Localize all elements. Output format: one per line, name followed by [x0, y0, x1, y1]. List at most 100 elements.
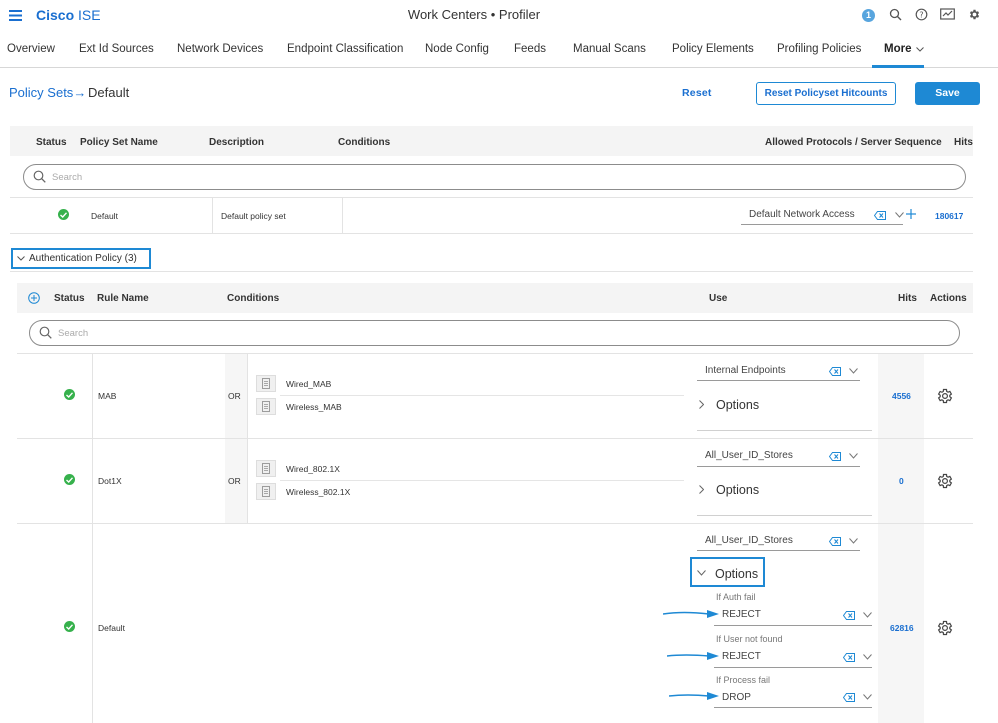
annotation-arrow	[663, 609, 719, 619]
notification-badge[interactable]: 1	[862, 9, 875, 22]
tab-endpoint-classification[interactable]: Endpoint Classification	[287, 43, 403, 55]
rule-hits[interactable]: 4556	[892, 391, 911, 401]
tab-feeds[interactable]: Feeds	[514, 43, 546, 55]
clear-icon[interactable]	[829, 367, 841, 376]
auth-policy-search-input[interactable]: Search	[29, 320, 960, 346]
add-protocol-icon[interactable]	[906, 209, 916, 219]
breadcrumb-current: Default	[88, 85, 130, 100]
gear-icon[interactable]	[936, 472, 954, 490]
tab-manual-scans[interactable]: Manual Scans	[573, 43, 646, 55]
if-user-not-found-value: REJECT	[722, 651, 761, 662]
tab-node-config[interactable]: Node Config	[425, 43, 489, 55]
settings-icon[interactable]	[968, 8, 981, 21]
chevron-down-icon	[916, 47, 924, 52]
status-ok-icon	[64, 621, 75, 632]
use-select-value: Internal Endpoints	[705, 365, 786, 376]
search-icon[interactable]	[889, 8, 902, 21]
tab-profiling-policies[interactable]: Profiling Policies	[777, 43, 861, 55]
tab-bar: Overview Ext Id Sources Network Devices …	[0, 32, 998, 68]
tab-more[interactable]: More	[872, 32, 924, 68]
col-conditions: Conditions	[338, 137, 391, 148]
tab-ext-id-sources[interactable]: Ext Id Sources	[79, 43, 154, 55]
if-process-fail-select[interactable]	[714, 707, 872, 708]
options-toggle[interactable]: Options	[715, 567, 758, 581]
col-allowed-protocols: Allowed Protocols / Server Sequence	[765, 137, 942, 148]
reset-hitcounts-button[interactable]: Reset Policyset Hitcounts	[756, 82, 896, 105]
use-select-value: All_User_ID_Stores	[705, 535, 793, 546]
if-user-not-found-select[interactable]	[714, 667, 872, 668]
if-auth-fail-value: REJECT	[722, 609, 761, 620]
rule-hits[interactable]: 0	[899, 476, 904, 486]
condition-item[interactable]: Wireless_MAB	[286, 402, 342, 412]
condition-doc-icon	[256, 460, 276, 477]
authentication-policy-toggle[interactable]: Authentication Policy (3)	[11, 248, 151, 269]
gear-icon[interactable]	[936, 387, 954, 405]
annotation-arrow	[667, 651, 719, 661]
page-title: Work Centers • Profiler	[407, 7, 541, 22]
use-select[interactable]	[697, 466, 860, 467]
col-actions: Actions	[930, 293, 967, 304]
clear-icon[interactable]	[843, 693, 855, 702]
rule-row-default[interactable]	[17, 523, 973, 723]
condition-operator: OR	[228, 391, 241, 401]
chevron-down-icon[interactable]	[863, 654, 872, 660]
chevron-down-icon[interactable]	[849, 538, 858, 544]
options-toggle[interactable]: Options	[716, 483, 759, 497]
auth-policy-header	[17, 283, 973, 313]
chevron-down-icon[interactable]	[697, 570, 706, 576]
col-status: Status	[36, 137, 67, 148]
status-ok-icon	[64, 389, 75, 400]
chevron-down-icon[interactable]	[849, 453, 858, 459]
chevron-right-icon[interactable]	[699, 485, 704, 494]
if-auth-fail-select[interactable]	[714, 625, 872, 626]
help-icon[interactable]: ?	[915, 8, 928, 21]
status-ok-icon	[64, 474, 75, 485]
chevron-down-icon	[17, 256, 25, 261]
if-auth-fail-label: If Auth fail	[716, 592, 756, 602]
condition-item[interactable]: Wireless_802.1X	[286, 487, 350, 497]
rule-name[interactable]: MAB	[98, 391, 116, 401]
status-ok-icon	[58, 209, 69, 220]
tab-network-devices[interactable]: Network Devices	[177, 43, 263, 55]
condition-doc-icon	[256, 398, 276, 415]
chevron-right-icon[interactable]	[699, 400, 704, 409]
if-process-fail-value: DROP	[722, 692, 751, 703]
rule-hits[interactable]: 62816	[890, 623, 914, 633]
clear-icon[interactable]	[843, 611, 855, 620]
tab-policy-elements[interactable]: Policy Elements	[672, 43, 754, 55]
top-header: Cisco ISE Work Centers • Profiler 1 ?	[0, 0, 998, 32]
options-toggle[interactable]: Options	[716, 398, 759, 412]
policy-sets-search-input[interactable]: Search	[23, 164, 966, 190]
chevron-down-icon[interactable]	[895, 212, 904, 218]
breadcrumb-policy-sets-link[interactable]: Policy Sets→	[9, 85, 86, 100]
if-user-not-found-label: If User not found	[716, 634, 783, 644]
policy-set-description: Default policy set	[221, 211, 286, 221]
tab-overview[interactable]: Overview	[7, 43, 55, 55]
policy-set-hits[interactable]: 180617	[935, 211, 963, 221]
clear-icon[interactable]	[874, 211, 886, 220]
dashboard-icon[interactable]	[940, 8, 955, 21]
clear-icon[interactable]	[829, 537, 841, 546]
chevron-down-icon[interactable]	[863, 694, 872, 700]
rule-name[interactable]: Default	[98, 623, 125, 633]
condition-item[interactable]: Wired_MAB	[286, 379, 331, 389]
use-select-value: All_User_ID_Stores	[705, 450, 793, 461]
col-use: Use	[709, 293, 728, 304]
condition-operator: OR	[228, 476, 241, 486]
policy-set-name[interactable]: Default	[91, 211, 118, 221]
chevron-down-icon[interactable]	[863, 612, 872, 618]
save-button[interactable]: Save	[915, 82, 980, 105]
reset-button[interactable]: Reset	[682, 87, 712, 99]
annotation-arrow	[669, 691, 719, 701]
chevron-down-icon[interactable]	[849, 368, 858, 374]
condition-item[interactable]: Wired_802.1X	[286, 464, 340, 474]
rule-name[interactable]: Dot1X	[98, 476, 122, 486]
gear-icon[interactable]	[936, 619, 954, 637]
protocol-select[interactable]	[741, 224, 903, 225]
use-select[interactable]	[697, 380, 860, 381]
clear-icon[interactable]	[843, 653, 855, 662]
use-select[interactable]	[697, 550, 860, 551]
if-process-fail-label: If Process fail	[716, 675, 771, 685]
clear-icon[interactable]	[829, 452, 841, 461]
add-rule-icon[interactable]	[28, 292, 40, 304]
